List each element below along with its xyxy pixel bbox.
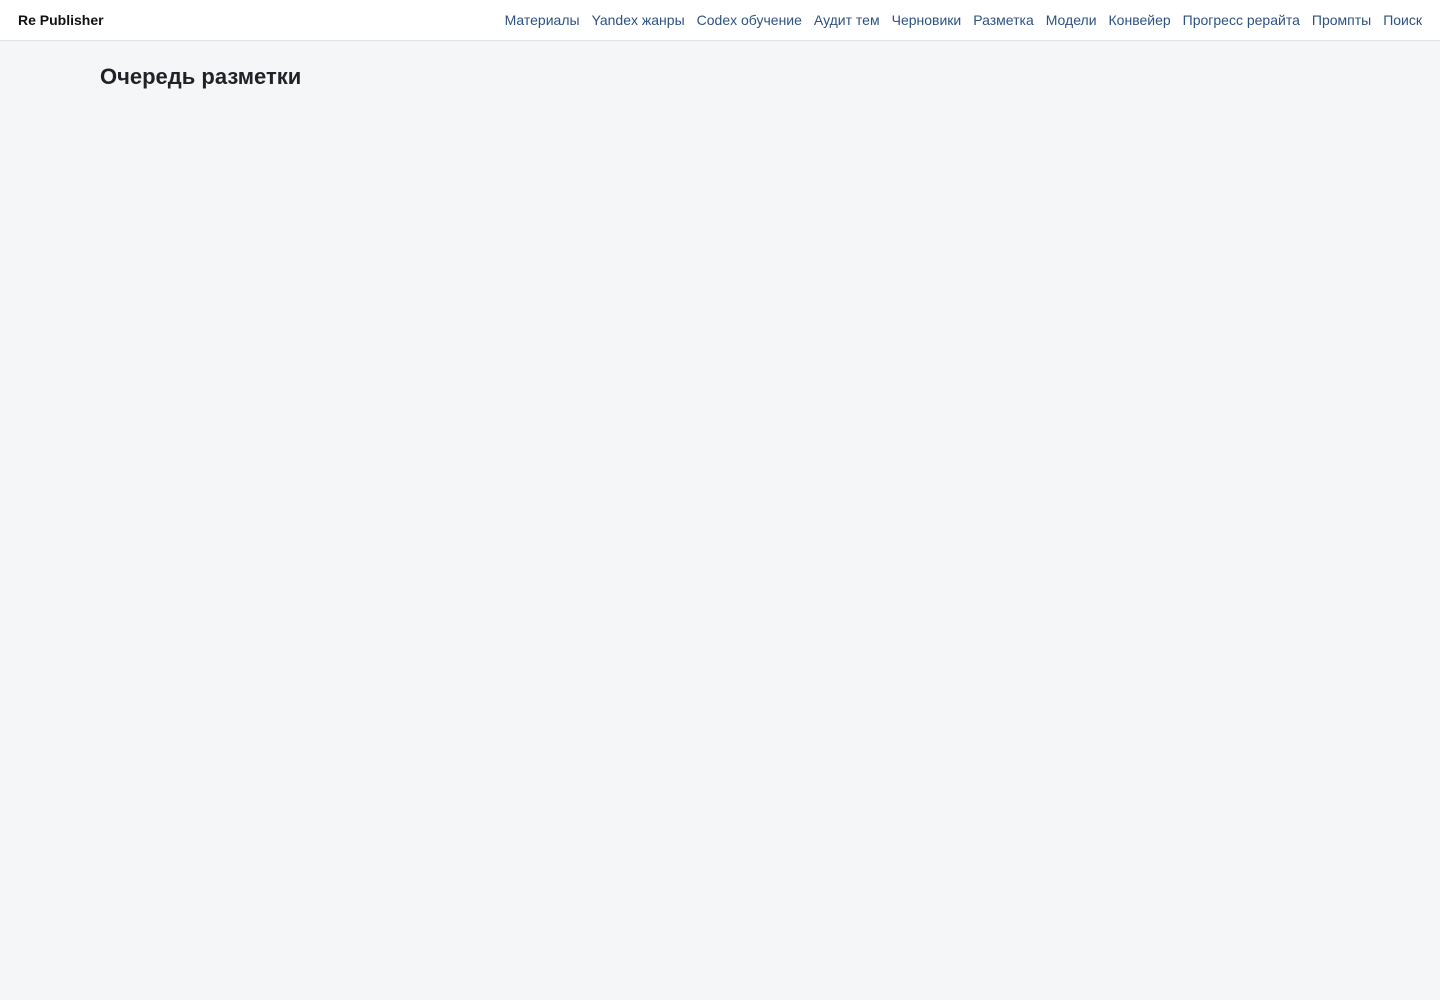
nav-link-materials[interactable]: Материалы [505, 12, 580, 28]
main-content: Очередь разметки [0, 41, 1440, 91]
main-navigation: Материалы Yandex жанры Codex обучение Ау… [505, 12, 1422, 28]
nav-link-prompts[interactable]: Промпты [1312, 12, 1371, 28]
nav-link-search[interactable]: Поиск [1383, 12, 1422, 28]
nav-link-topic-audit[interactable]: Аудит тем [814, 12, 880, 28]
nav-link-pipeline[interactable]: Конвейер [1109, 12, 1171, 28]
nav-link-yandex-genres[interactable]: Yandex жанры [592, 12, 685, 28]
page-title: Очередь разметки [100, 64, 302, 89]
nav-link-models[interactable]: Модели [1046, 12, 1097, 28]
nav-link-drafts[interactable]: Черновики [892, 12, 962, 28]
nav-link-rewrite-progress[interactable]: Прогресс рерайта [1183, 12, 1300, 28]
nav-link-markup[interactable]: Разметка [973, 12, 1034, 28]
nav-link-codex-training[interactable]: Codex обучение [697, 12, 802, 28]
brand-link[interactable]: Re Publisher [18, 12, 104, 28]
top-navigation-bar: Re Publisher Материалы Yandex жанры Code… [0, 0, 1440, 41]
